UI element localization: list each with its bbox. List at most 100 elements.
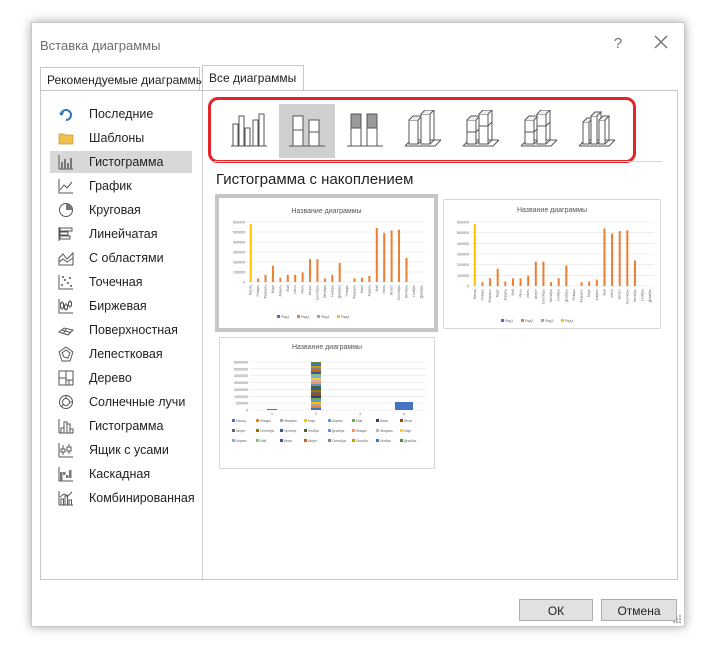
bar-segment xyxy=(311,378,321,380)
chart-subtype-option[interactable] xyxy=(337,104,393,158)
chart-category-item[interactable]: Круговая xyxy=(50,199,192,221)
legend-swatch xyxy=(376,429,379,432)
bar xyxy=(504,281,507,286)
chart-category-item[interactable]: Солнечные лучи xyxy=(50,391,192,413)
x-tick-label: Сентябрь xyxy=(397,285,401,300)
x-tick-label: Октябрь xyxy=(404,285,408,298)
chart-category-label: Гистограмма xyxy=(89,419,164,433)
recent-icon xyxy=(59,109,72,121)
x-tick-label: Март xyxy=(587,289,591,298)
chart-category-label: Лепестковая xyxy=(89,347,163,361)
chart-preview-2[interactable]: Название диаграммы 600000 500000 400000 300… xyxy=(443,199,661,329)
chart-category-item[interactable]: Линейчатая xyxy=(50,223,192,245)
scatter-chart-icon xyxy=(58,275,73,290)
legend-swatch xyxy=(352,429,355,432)
legend-swatch xyxy=(280,429,283,432)
chart-subtype-option[interactable] xyxy=(453,104,509,158)
chart-subtype-option[interactable] xyxy=(279,104,335,158)
folder-icon xyxy=(58,133,74,145)
chart-category-item[interactable]: Гистограмма xyxy=(50,415,192,437)
legend-label: Июнь xyxy=(380,419,388,423)
bar xyxy=(257,278,260,282)
resize-grip-icon[interactable] xyxy=(672,614,682,624)
cancel-button[interactable]: Отмена xyxy=(601,599,677,621)
legend-label: Ряд3 xyxy=(321,315,329,319)
legend-swatch xyxy=(297,315,300,318)
y-tick-label: 6000000 xyxy=(234,361,248,365)
chart-category-item[interactable]: С областями xyxy=(50,247,192,269)
x-tick-label: Август xyxy=(390,285,394,296)
chart-category-label: Ящик с усами xyxy=(89,443,169,457)
chart-preview-3[interactable]: Название диаграммы 6000000 5000000 4000000… xyxy=(219,337,435,469)
bar xyxy=(511,278,514,286)
x-tick-label: Апрель xyxy=(503,289,507,301)
chart-category-item[interactable]: Точечная xyxy=(50,271,192,293)
bar-segment xyxy=(311,406,321,408)
chart-category-item[interactable]: Поверхностная xyxy=(50,319,192,341)
x-tick-label: Ноябрь xyxy=(641,289,645,301)
chart-category-item[interactable]: Ящик с усами xyxy=(50,439,192,461)
legend-label: Сентябрь xyxy=(260,429,275,433)
bar-segment xyxy=(311,396,321,398)
bar-segment xyxy=(311,392,321,394)
bar xyxy=(473,224,476,286)
x-tick-label: Июнь xyxy=(382,285,386,294)
legend-label: Август xyxy=(308,439,318,443)
legend-swatch xyxy=(304,419,307,422)
legend-swatch xyxy=(328,419,331,422)
legend-swatch xyxy=(376,419,379,422)
help-button[interactable]: ? xyxy=(610,35,626,52)
x-tick-label: 2 xyxy=(315,412,317,416)
chart-category-item[interactable]: Гистограмма xyxy=(50,151,192,173)
preview-chart-graphic: 600000 500000 400000 300000 200000 100000 0 Мес… xyxy=(233,221,425,319)
legend-swatch xyxy=(400,439,403,442)
line-chart-icon xyxy=(58,179,73,194)
tab-recommended[interactable]: Рекомендуемые диаграммы xyxy=(40,67,204,91)
divider xyxy=(202,91,203,579)
chart-category-item[interactable]: Лепестковая xyxy=(50,343,192,365)
legend-swatch xyxy=(400,419,403,422)
chart-category-item[interactable]: График xyxy=(50,175,192,197)
bar-segment xyxy=(311,394,321,396)
chart-category-item[interactable]: Биржевая xyxy=(50,295,192,317)
bar xyxy=(390,230,393,282)
x-tick-label: Июнь xyxy=(610,289,614,298)
bar-segment xyxy=(311,398,321,400)
chart-category-item[interactable]: Каскадная xyxy=(50,463,192,485)
tab-all-charts[interactable]: Все диаграммы xyxy=(202,65,304,91)
chart-category-label: Солнечные лучи xyxy=(89,395,186,409)
chart-category-item[interactable]: Комбинированная xyxy=(50,487,195,509)
chart-subtype-option[interactable] xyxy=(569,104,625,158)
box-whisker-chart-icon xyxy=(58,443,73,458)
x-tick-label: Сентябрь xyxy=(541,289,545,304)
x-tick-label: Март xyxy=(496,289,500,298)
y-tick-label: 600000 xyxy=(457,221,469,225)
chart-category-item[interactable]: Дерево xyxy=(50,367,192,389)
y-tick-label: 500000 xyxy=(236,402,248,406)
titlebar: Вставка диаграммы ? xyxy=(32,23,684,63)
ok-button[interactable]: ОК xyxy=(519,599,593,621)
chart-preview-1[interactable]: Название диаграммы 600000 500000 400000 300… xyxy=(215,194,438,332)
surface-chart-icon xyxy=(58,327,74,336)
x-tick-label: Август xyxy=(534,289,538,300)
bar xyxy=(405,258,408,282)
x-tick-label: Август xyxy=(618,289,622,300)
legend-label: Ряд2 xyxy=(301,315,309,319)
x-tick-label: Ноябрь xyxy=(330,285,334,297)
x-tick-label: Декабрь xyxy=(419,285,423,298)
chart-category-label: Поверхностная xyxy=(89,323,178,337)
chart-category-item[interactable]: Шаблоны xyxy=(50,127,192,149)
chart-subtype-option[interactable] xyxy=(511,104,567,158)
close-icon[interactable] xyxy=(652,33,670,51)
x-tick-label: Декабрь xyxy=(648,289,652,302)
subtype-title: Гистограмма с накоплением xyxy=(216,171,414,188)
chart-subtype-option[interactable] xyxy=(221,104,277,158)
bar-segment xyxy=(311,400,321,402)
chart-subtype-option[interactable] xyxy=(395,104,451,158)
legend-swatch xyxy=(304,429,307,432)
legend-label: Октябрь xyxy=(284,429,297,433)
chart-category-item[interactable]: Последние xyxy=(50,103,192,125)
legend-swatch xyxy=(501,319,504,322)
bar xyxy=(618,230,621,286)
legend-swatch xyxy=(304,439,307,442)
